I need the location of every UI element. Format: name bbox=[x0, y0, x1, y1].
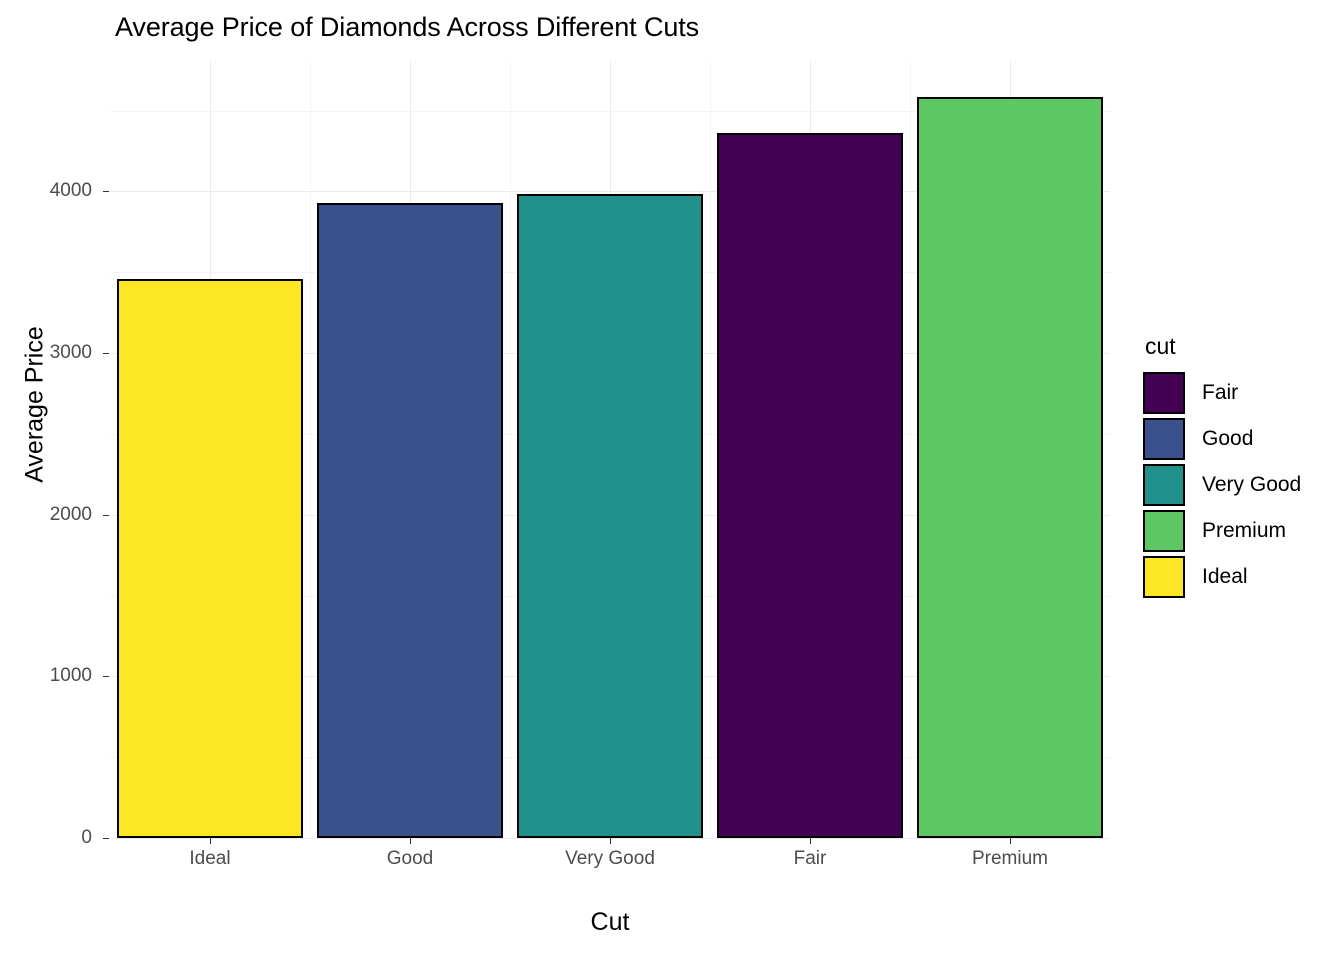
grid-line-vertical-minor bbox=[310, 62, 311, 838]
x-axis-tick-mark bbox=[810, 838, 811, 844]
y-axis-tick-mark bbox=[103, 676, 109, 678]
legend-color-swatch bbox=[1143, 510, 1185, 552]
legend-item-ideal[interactable]: Ideal bbox=[1143, 554, 1301, 600]
legend-color-swatch bbox=[1143, 372, 1185, 414]
legend-color-swatch bbox=[1143, 418, 1185, 460]
chart-container: Average Price of Diamonds Across Differe… bbox=[0, 0, 1344, 960]
x-axis-tick-label: Fair bbox=[793, 848, 827, 869]
x-axis-tick-label: Very Good bbox=[565, 848, 655, 869]
y-axis-title: Average Price bbox=[20, 326, 49, 483]
y-axis-tick-label: 1000 bbox=[49, 665, 92, 687]
legend-item-label: Ideal bbox=[1202, 565, 1248, 588]
y-axis-tick-marks bbox=[103, 62, 110, 839]
bar-premium[interactable] bbox=[917, 96, 1103, 838]
legend-item-label: Good bbox=[1202, 427, 1254, 450]
bar-good[interactable] bbox=[317, 202, 503, 838]
x-axis-tick-mark bbox=[1010, 838, 1011, 844]
y-axis-tick-mark bbox=[103, 838, 109, 839]
bar-very-good[interactable] bbox=[517, 194, 703, 838]
grid-line-vertical-minor bbox=[910, 62, 911, 838]
grid-line-vertical-minor bbox=[510, 62, 511, 838]
legend-item-label: Premium bbox=[1202, 519, 1287, 542]
x-axis-tick-label: Good bbox=[386, 848, 434, 869]
x-axis-tick-mark bbox=[610, 838, 611, 844]
y-axis-tick-label: 4000 bbox=[49, 180, 92, 202]
x-axis-tick-mark bbox=[410, 838, 411, 844]
bar-fair[interactable] bbox=[717, 133, 903, 838]
x-axis-tick-marks bbox=[110, 838, 1110, 845]
plot-panel bbox=[110, 62, 1110, 839]
x-axis-tick-label: Ideal bbox=[189, 848, 231, 869]
x-axis-tick-mark bbox=[210, 838, 211, 844]
y-axis-tick-label: 0 bbox=[81, 827, 92, 848]
legend-item-label: Fair bbox=[1202, 381, 1239, 404]
legend-item-premium[interactable]: Premium bbox=[1143, 508, 1301, 554]
legend-item-fair[interactable]: Fair bbox=[1143, 370, 1301, 416]
bar-ideal[interactable] bbox=[117, 278, 303, 838]
x-axis-title: Cut bbox=[590, 908, 630, 936]
y-axis-tick-label: 3000 bbox=[49, 342, 92, 363]
legend-item-good[interactable]: Good bbox=[1143, 416, 1301, 462]
legend-entries: Fair Good Very Good Premium Ideal bbox=[1143, 370, 1301, 600]
legend-color-swatch bbox=[1143, 556, 1185, 598]
legend-item-very-good[interactable]: Very Good bbox=[1143, 462, 1301, 508]
y-axis-tick-mark bbox=[103, 191, 109, 193]
x-axis-tick-labels: Ideal Good Very Good Fair Premium bbox=[110, 848, 1110, 878]
legend: cut Fair Good Very Good Premium Ideal bbox=[1143, 333, 1301, 600]
x-axis-tick-label: Premium bbox=[971, 848, 1049, 869]
legend-title: cut bbox=[1145, 333, 1176, 359]
y-axis-tick-mark bbox=[103, 514, 109, 516]
legend-color-swatch bbox=[1143, 464, 1185, 506]
chart-title: Average Price of Diamonds Across Differe… bbox=[115, 12, 700, 42]
grid-line-vertical-minor bbox=[710, 62, 711, 838]
legend-item-label: Very Good bbox=[1202, 473, 1302, 496]
y-axis-tick-label: 2000 bbox=[49, 503, 92, 525]
y-axis-tick-mark bbox=[103, 353, 109, 354]
